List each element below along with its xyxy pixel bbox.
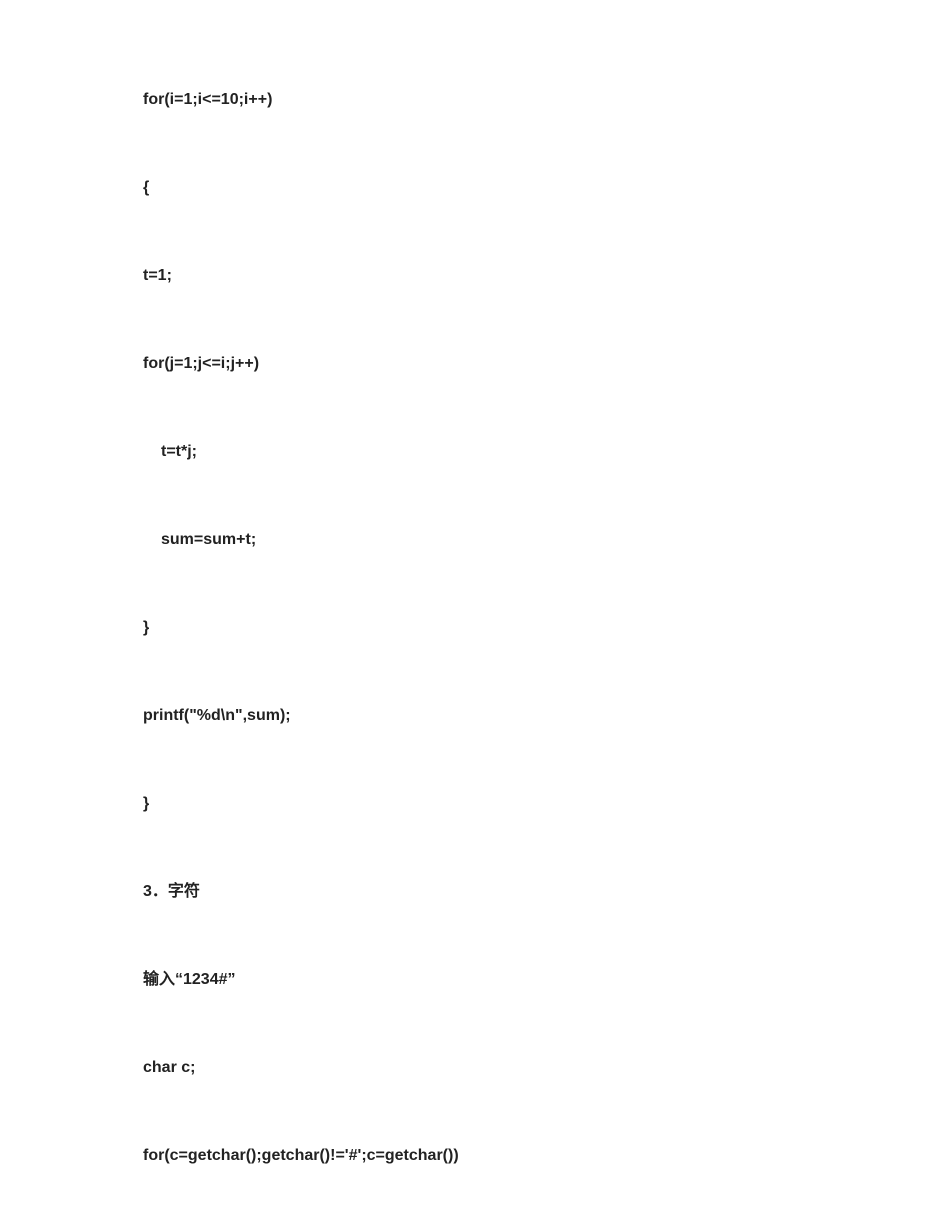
code-line: for(j=1;j<=i;j++) (143, 352, 945, 376)
code-line: sum=sum+t; (143, 528, 945, 552)
code-line: } (143, 792, 945, 816)
code-line: for(c=getchar();getchar()!='#';c=getchar… (143, 1144, 945, 1168)
code-line: printf("%d\n",sum); (143, 704, 945, 728)
code-line: } (143, 616, 945, 640)
code-line: char c; (143, 1056, 945, 1080)
text-line: 输入“1234#” (143, 968, 945, 992)
code-line: for(i=1;i<=10;i++) (143, 88, 945, 112)
code-line: { (143, 176, 945, 200)
code-line: t=t*j; (143, 440, 945, 464)
document-page: for(i=1;i<=10;i++) { t=1; for(j=1;j<=i;j… (0, 0, 945, 1168)
code-line: t=1; (143, 264, 945, 288)
section-heading: 3．字符 (143, 880, 945, 904)
